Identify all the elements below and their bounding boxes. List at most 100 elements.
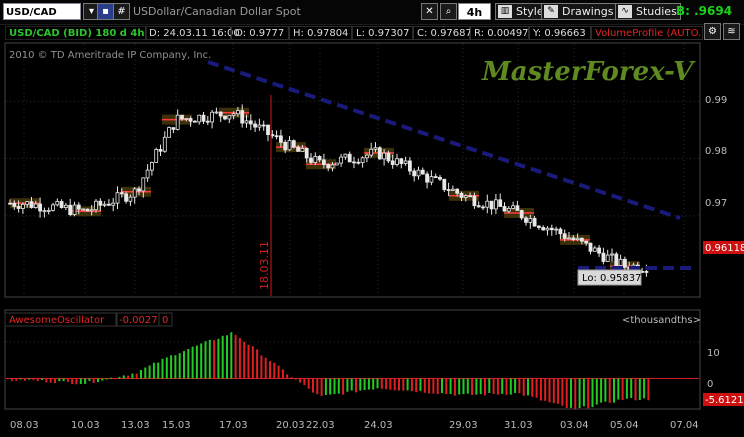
- candle-body: [210, 111, 215, 123]
- candle-body: [472, 195, 477, 207]
- ao-bar: [539, 378, 542, 401]
- ao-bar: [578, 378, 581, 409]
- ao-bar: [79, 378, 82, 385]
- ao-bar: [32, 378, 35, 381]
- candle-body: [158, 149, 163, 152]
- ao-bar: [445, 378, 448, 395]
- ao-bar: [269, 361, 271, 379]
- ao-bar: [548, 378, 551, 403]
- ao-bar: [367, 378, 370, 390]
- ao-bar: [557, 378, 560, 404]
- ao-bar: [204, 341, 207, 379]
- ao-bar: [324, 378, 327, 396]
- ao-bar: [238, 338, 241, 379]
- ao-bar: [92, 378, 95, 383]
- candle-body: [55, 201, 60, 206]
- candle-body: [231, 113, 236, 117]
- ao-bar: [320, 378, 323, 396]
- candle-body: [343, 153, 348, 158]
- ao-bar: [41, 378, 44, 380]
- candle-body: [188, 118, 193, 122]
- ao-bar: [152, 362, 155, 379]
- ao-bar: [466, 378, 469, 394]
- candle-body: [515, 205, 520, 211]
- ao-bar: [84, 378, 87, 384]
- ao-bar: [191, 346, 194, 379]
- current-price-label: 0.96118: [705, 243, 744, 254]
- ao-bar: [630, 378, 633, 398]
- candle-body: [197, 114, 202, 123]
- ao-bar: [230, 332, 233, 379]
- ao-bar: [333, 378, 336, 395]
- candle-body: [171, 127, 176, 130]
- ao-bar: [359, 378, 362, 391]
- ao-bar: [471, 378, 474, 396]
- ao-bar: [118, 376, 121, 379]
- ao-bar: [600, 378, 603, 403]
- candle-body: [296, 146, 301, 152]
- ao-name[interactable]: AwesomeOscillator: [9, 315, 105, 326]
- ao-bar: [144, 367, 147, 379]
- ao-units: <thousandths>: [622, 315, 701, 326]
- x-tick-label: 22.03: [306, 420, 335, 431]
- candle-body: [244, 120, 249, 124]
- ao-bar: [350, 378, 353, 391]
- x-tick-label: 31.03: [504, 420, 533, 431]
- ao-bar: [226, 335, 228, 379]
- ao-bar: [290, 377, 293, 379]
- ao-bar: [49, 378, 52, 383]
- ao-bar: [505, 378, 508, 395]
- ao-bar: [509, 378, 512, 395]
- ao-bar: [178, 353, 181, 379]
- ao-bar: [342, 378, 345, 395]
- ao-value: -0.0027: [119, 315, 158, 326]
- candle-body: [291, 140, 296, 148]
- x-tick-label: 15.03: [162, 420, 191, 431]
- ao-bar: [574, 378, 577, 409]
- ao-bar: [531, 378, 534, 397]
- candle-body: [76, 204, 81, 210]
- ao-bar: [294, 378, 297, 380]
- candle-body: [567, 237, 571, 240]
- ao-bar: [402, 378, 405, 391]
- candle-body: [42, 210, 47, 213]
- candle-body: [175, 114, 180, 130]
- watermark: MasterForex-V: [481, 57, 696, 87]
- ao-bar: [587, 378, 590, 409]
- candle-body: [81, 208, 85, 211]
- candle-body: [253, 123, 258, 128]
- candle-body: [261, 124, 266, 127]
- candle-body: [94, 200, 98, 211]
- ao-bar: [243, 341, 246, 379]
- ao-bar: [535, 378, 538, 398]
- ao-bar: [148, 365, 151, 379]
- ao-zero: 0: [162, 315, 168, 326]
- x-tick-label: 07.04: [670, 420, 699, 431]
- ao-bar: [213, 340, 216, 379]
- candle-body: [29, 201, 34, 208]
- candle-body: [326, 164, 331, 169]
- ao-bar: [256, 349, 259, 379]
- candle-body: [597, 247, 601, 254]
- y-tick-098: 0.98: [705, 146, 727, 157]
- ao-bar: [105, 378, 108, 380]
- ao-bar: [419, 378, 422, 391]
- ao-bar: [501, 378, 504, 394]
- ao-bar: [264, 357, 267, 379]
- candle-body: [554, 228, 558, 231]
- candle-body: [605, 254, 610, 262]
- candle-body: [33, 203, 38, 208]
- candle-body: [614, 253, 619, 266]
- ao-bar: [406, 378, 409, 391]
- chart-canvas: 18.03.11 2010 © TD Ameritrade IP Company…: [4, 42, 744, 431]
- candle-body: [309, 157, 313, 163]
- candle-body: [339, 156, 344, 164]
- candle-body: [588, 242, 593, 252]
- candle-body: [124, 193, 128, 202]
- x-axis: 08.03 10.03 13.03 15.03 17.03 20.03 22.03 24.03…: [10, 420, 699, 431]
- ao-bar: [625, 378, 628, 399]
- candle-body: [438, 176, 442, 180]
- candle-body: [300, 148, 305, 152]
- ao-bar: [410, 378, 413, 392]
- ao-bar: [484, 378, 486, 396]
